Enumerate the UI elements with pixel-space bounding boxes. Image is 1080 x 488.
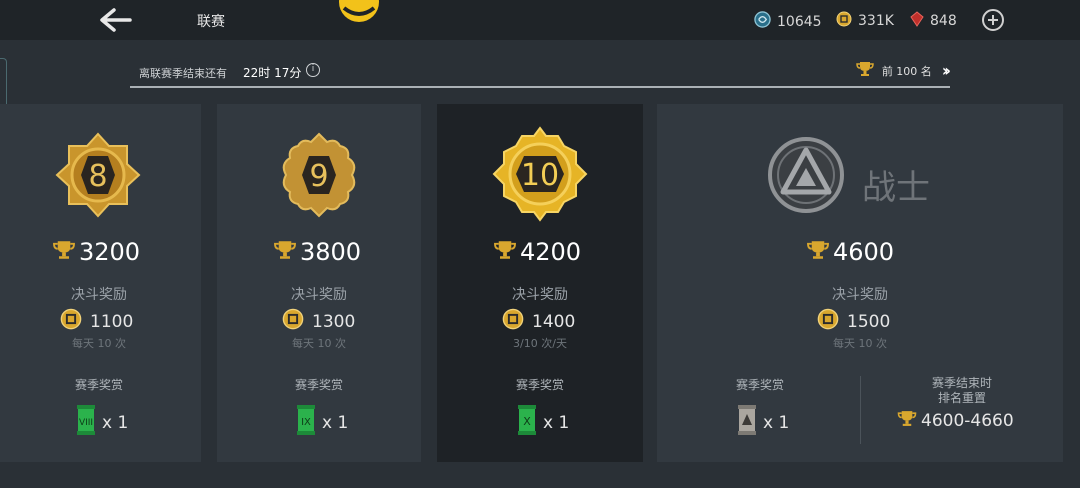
season-remaining-label: 离联赛季结束还有 bbox=[139, 67, 227, 80]
divider bbox=[860, 376, 861, 444]
season-reward-label: 赛季奖赏 bbox=[735, 378, 784, 392]
leaderboard-link[interactable]: 前 100 名 ›› bbox=[856, 61, 951, 80]
trophy-icon bbox=[273, 238, 297, 266]
tier-card-8[interactable]: 8 3200 决斗奖励 1100 每天 10 次 赛季奖赏 VIII x 1 bbox=[0, 104, 201, 462]
page-title: 联赛 bbox=[197, 14, 225, 30]
coin-icon bbox=[502, 308, 524, 335]
coin-value: 1100 bbox=[90, 311, 134, 332]
coin-icon bbox=[60, 308, 82, 335]
duel-frequency: 每天 10 次 bbox=[72, 337, 126, 350]
duel-reward-label: 决斗奖励 bbox=[832, 287, 888, 303]
season-reward-label: 赛季奖赏 bbox=[74, 378, 123, 392]
season-reward-scroll: VIII x 1 bbox=[76, 404, 128, 441]
add-currency-button[interactable] bbox=[982, 9, 1004, 31]
trophy-value: 3800 bbox=[300, 238, 362, 266]
duel-reward-label: 决斗奖励 bbox=[71, 287, 127, 303]
season-reward-label: 赛季奖赏 bbox=[294, 378, 343, 392]
gem-swirl-icon bbox=[754, 11, 771, 32]
rank-10-badge-icon: 10 bbox=[492, 126, 588, 226]
season-time-left: 22时 17分 bbox=[243, 66, 302, 80]
season-reward-scroll: X x 1 bbox=[517, 404, 569, 441]
season-end-reset-label: 赛季结束时 排名重置 bbox=[931, 376, 992, 405]
trophy-icon bbox=[52, 238, 76, 266]
scroll-count: x 1 bbox=[322, 412, 349, 433]
duel-reward-coins: 1500 bbox=[817, 308, 890, 335]
currency-rubies-value: 848 bbox=[930, 13, 957, 29]
reset-trophy-range: 4600-4660 bbox=[897, 410, 1014, 432]
rank-8-number: 8 bbox=[88, 159, 107, 194]
scroll-viii-icon: VIII bbox=[76, 404, 96, 441]
duel-frequency: 每天 10 次 bbox=[292, 337, 346, 350]
tier-card-10[interactable]: 10 4200 决斗奖励 1400 3/10 次/天 赛季奖赏 X x 1 bbox=[437, 104, 643, 462]
arrow-left-icon bbox=[100, 8, 132, 32]
trophy-icon bbox=[493, 238, 517, 266]
currency-rubies: 848 bbox=[910, 11, 957, 31]
season-reward-scroll: x 1 bbox=[737, 404, 789, 441]
trophy-requirement: 3800 bbox=[273, 238, 361, 266]
back-button[interactable] bbox=[96, 6, 136, 34]
trophy-value: 3200 bbox=[79, 238, 141, 266]
trophy-icon bbox=[856, 61, 874, 80]
duel-frequency: 3/10 次/天 bbox=[513, 337, 567, 350]
scroll-count: x 1 bbox=[543, 412, 570, 433]
svg-text:IX: IX bbox=[301, 417, 311, 428]
trophy-requirement: 3200 bbox=[52, 238, 140, 266]
currency-coins: 331K bbox=[836, 11, 894, 31]
trophy-requirement: 4600 bbox=[806, 238, 894, 266]
season-reward-scroll: IX x 1 bbox=[296, 404, 348, 441]
svg-text:VIII: VIII bbox=[79, 418, 93, 428]
currency-gems-value: 10645 bbox=[777, 13, 822, 30]
duel-reward-coins: 1100 bbox=[60, 308, 133, 335]
trophy-icon bbox=[806, 238, 830, 266]
scroll-count: x 1 bbox=[763, 412, 790, 433]
currency-coins-value: 331K bbox=[858, 13, 894, 29]
tier-card-warrior[interactable]: 战士 4600 决斗奖励 1500 每天 10 次 赛季奖赏 x 1 赛季结束时… bbox=[657, 104, 1063, 462]
currency-gems: 10645 bbox=[754, 11, 822, 32]
scroll-count: x 1 bbox=[102, 412, 129, 433]
coin-icon bbox=[817, 308, 839, 335]
trophy-requirement: 4200 bbox=[493, 238, 581, 266]
top-rank-label: 前 100 名 bbox=[881, 64, 932, 78]
coin-value: 1300 bbox=[312, 311, 356, 332]
scroll-ix-icon: IX bbox=[296, 404, 316, 441]
warrior-title: 战士 bbox=[862, 168, 930, 208]
trophy-value: 4600 bbox=[833, 238, 895, 266]
ruby-icon bbox=[910, 11, 924, 31]
season-info-bar: 离联赛季结束还有 22时 17分 i 前 100 名 ›› bbox=[130, 56, 951, 88]
season-reward-label: 赛季奖赏 bbox=[515, 378, 564, 392]
duel-reward-coins: 1300 bbox=[282, 308, 355, 335]
warrior-badge-icon bbox=[767, 136, 845, 218]
rank-10-number: 10 bbox=[521, 158, 559, 193]
duel-reward-label: 决斗奖励 bbox=[512, 287, 568, 303]
svg-text:X: X bbox=[523, 415, 531, 428]
coin-icon bbox=[282, 308, 304, 335]
league-logo-icon bbox=[330, 0, 388, 30]
trophy-value: 4200 bbox=[520, 238, 582, 266]
rank-9-number: 9 bbox=[309, 159, 328, 194]
rank-9-badge-icon: 9 bbox=[274, 130, 364, 224]
coin-icon bbox=[836, 11, 852, 31]
trophy-icon bbox=[897, 410, 917, 432]
scroll-x-icon: X bbox=[517, 404, 537, 441]
tier-card-9[interactable]: 9 3800 决斗奖励 1300 每天 10 次 赛季奖赏 IX x 1 bbox=[217, 104, 421, 462]
chevron-double-right-icon: ›› bbox=[941, 61, 951, 80]
duel-frequency: 每天 10 次 bbox=[833, 337, 887, 350]
reset-range-value: 4600-4660 bbox=[921, 411, 1014, 431]
info-icon[interactable]: i bbox=[306, 63, 320, 77]
duel-reward-label: 决斗奖励 bbox=[291, 287, 347, 303]
rank-8-badge-icon: 8 bbox=[53, 130, 143, 224]
duel-reward-coins: 1400 bbox=[502, 308, 575, 335]
scroll-warrior-icon bbox=[737, 404, 757, 441]
coin-value: 1500 bbox=[847, 311, 891, 332]
top-bar: 联赛 10645 331K 848 bbox=[0, 0, 1080, 40]
coin-value: 1400 bbox=[532, 311, 576, 332]
